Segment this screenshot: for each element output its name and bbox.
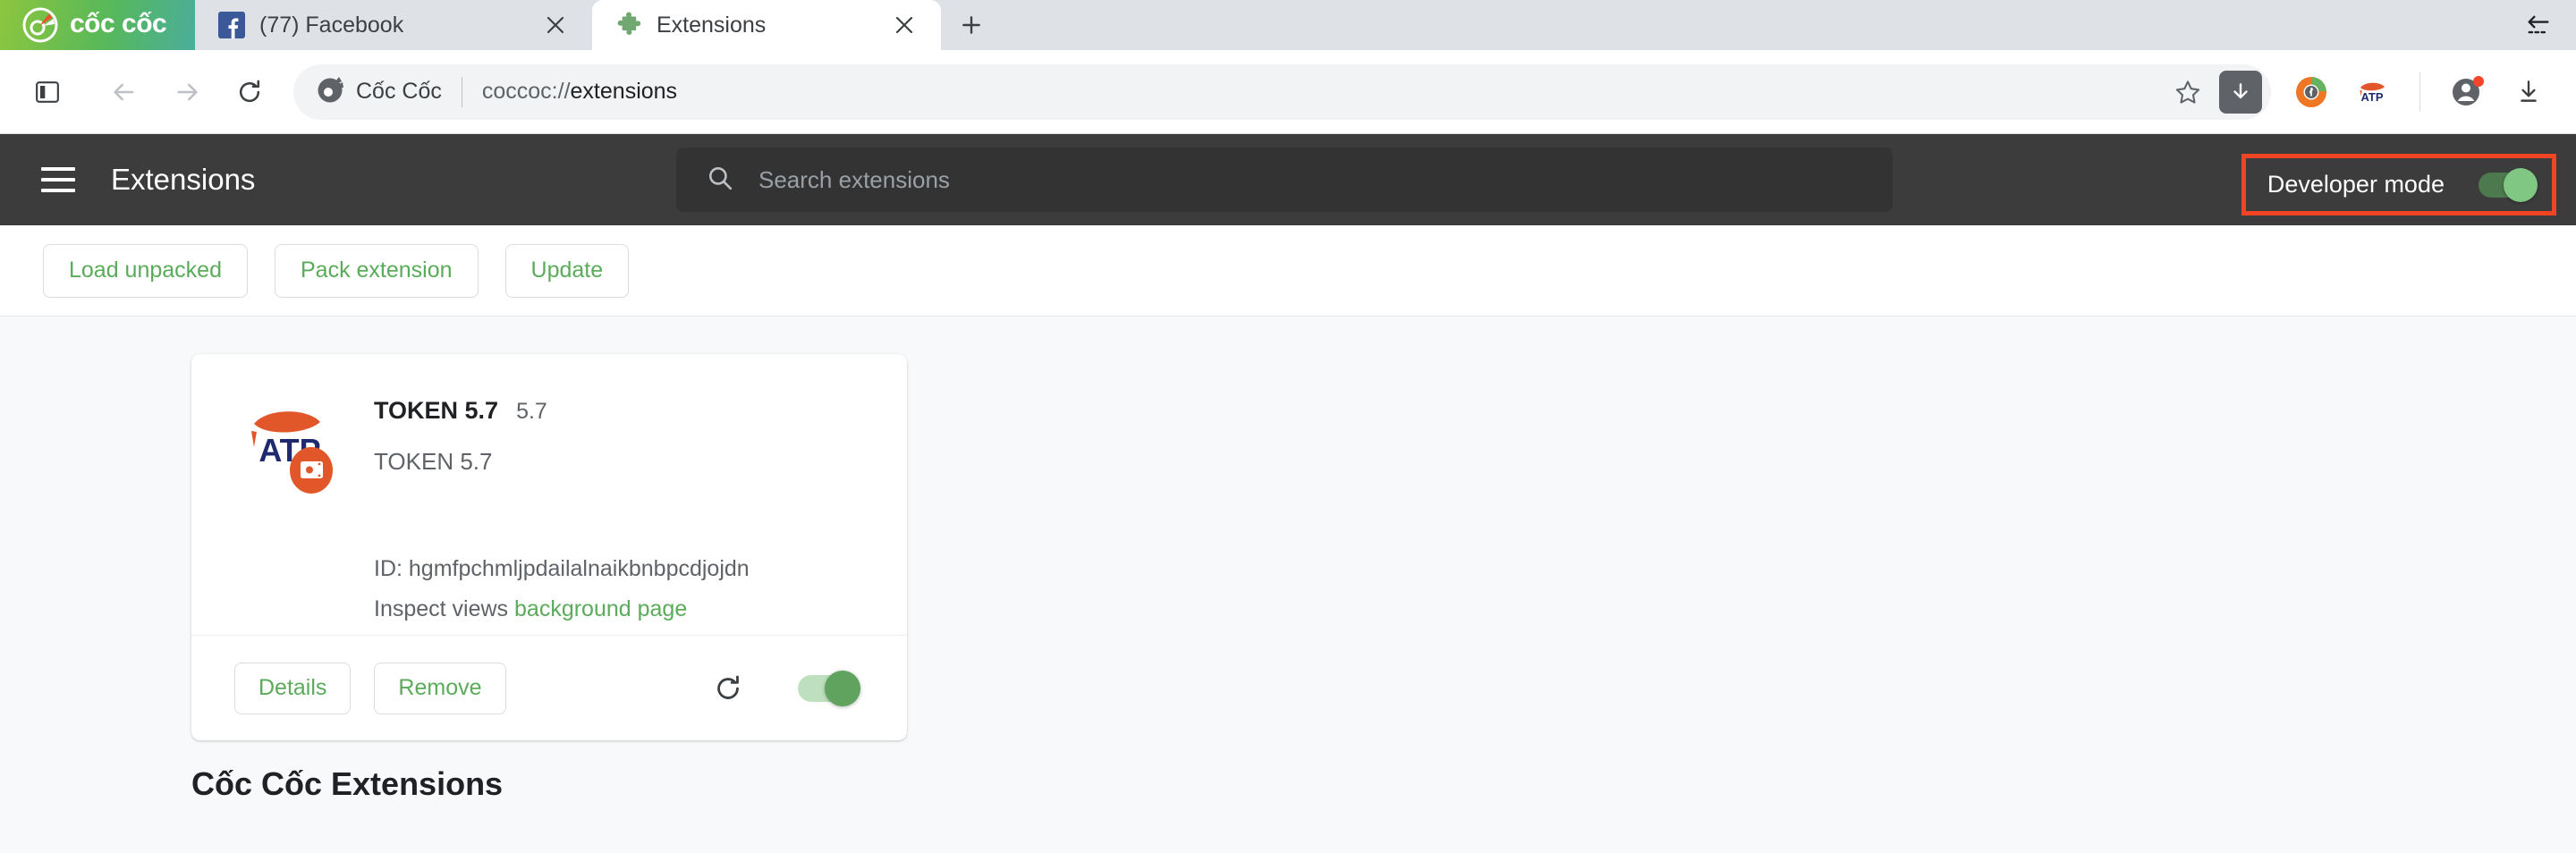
background-page-link[interactable]: background page bbox=[514, 596, 687, 621]
downloads-tray-icon[interactable] bbox=[2503, 66, 2555, 118]
close-icon[interactable] bbox=[887, 8, 921, 42]
tab-title-extensions: Extensions bbox=[657, 12, 767, 38]
url-path: extensions bbox=[570, 79, 678, 104]
hamburger-bar bbox=[41, 167, 75, 171]
omnibox-actions bbox=[2160, 64, 2271, 120]
arrow-left-icon bbox=[114, 83, 134, 100]
close-icon[interactable] bbox=[538, 8, 572, 42]
url-scheme: coccoc:// bbox=[481, 79, 571, 104]
toolbar-divider bbox=[2419, 72, 2420, 112]
extensions-header-left: Extensions bbox=[41, 160, 676, 199]
extension-name: TOKEN 5.7 bbox=[374, 397, 499, 424]
address-bar[interactable]: Cốc Cốc coccoc://extensions bbox=[293, 63, 2271, 120]
extension-id: ID: hgmfpchmljpdailalnaikbnbpcdjojdn bbox=[374, 556, 750, 581]
hamburger-bar bbox=[41, 189, 75, 192]
hamburger-menu-icon[interactable] bbox=[41, 160, 80, 199]
coin-donut-extension-icon[interactable] bbox=[2285, 66, 2337, 118]
atp-extension-icon[interactable]: ATP bbox=[2346, 66, 2398, 118]
omnibox-brand-label: Cốc Cốc bbox=[356, 79, 442, 104]
extension-description: TOKEN 5.7 bbox=[374, 448, 493, 475]
switch-knob bbox=[2504, 167, 2538, 202]
account-avatar-icon[interactable] bbox=[2442, 66, 2494, 118]
switch-knob bbox=[825, 670, 860, 706]
extension-meta: ID: hgmfpchmljpdailalnaikbnbpcdjojdn Ins… bbox=[374, 556, 750, 622]
browser-toolbar: Cốc Cốc coccoc://extensions ATP bbox=[0, 50, 2576, 134]
omnibox-brand: Cốc Cốc bbox=[315, 74, 442, 109]
tab-strip: cốc cốc (77) Facebook Extensions bbox=[0, 0, 2576, 50]
search-input[interactable] bbox=[758, 165, 1893, 194]
extension-enabled-switch[interactable] bbox=[798, 670, 860, 706]
atp-token-extension-icon: ATP bbox=[238, 392, 345, 499]
svg-text:ATP: ATP bbox=[2360, 90, 2383, 104]
reload-icon bbox=[239, 80, 260, 102]
coccoc-brand-label: cốc cốc bbox=[70, 9, 167, 38]
tab-extensions[interactable]: Extensions bbox=[592, 0, 941, 50]
extension-card-body: ATP TOKEN 5.7 5.7 TOKEN 5.7 ID: hgmfpchm… bbox=[191, 354, 907, 635]
inspect-views-row: Inspect views background page bbox=[374, 596, 750, 622]
collapse-left-arrow-icon[interactable] bbox=[2521, 9, 2556, 41]
details-button[interactable]: Details bbox=[234, 662, 352, 714]
extensions-content: ATP TOKEN 5.7 5.7 TOKEN 5.7 ID: hgmfpchm… bbox=[0, 317, 2576, 814]
update-button[interactable]: Update bbox=[504, 243, 630, 298]
extensions-page-header: Extensions Developer mode bbox=[0, 134, 2576, 225]
plus-icon bbox=[962, 16, 980, 34]
back-button[interactable] bbox=[97, 64, 152, 120]
toolbar-right-actions: ATP bbox=[2285, 66, 2555, 118]
omnibox-url: coccoc://extensions bbox=[482, 79, 677, 105]
pack-extension-button[interactable]: Pack extension bbox=[274, 243, 479, 298]
coccoc-brand-tab[interactable]: cốc cốc bbox=[0, 0, 195, 50]
sidebar-panel-icon[interactable] bbox=[20, 64, 75, 120]
page-title: Extensions bbox=[111, 163, 256, 196]
star-icon[interactable] bbox=[2160, 64, 2216, 120]
coccoc-mark-icon bbox=[315, 74, 345, 109]
inspect-views-label: Inspect views bbox=[374, 596, 509, 621]
reload-button[interactable] bbox=[222, 64, 277, 120]
section-title: Cốc Cốc Extensions bbox=[191, 765, 504, 802]
forward-button[interactable] bbox=[159, 64, 215, 120]
extension-title-row: TOKEN 5.7 5.7 bbox=[374, 397, 907, 425]
arrow-right-icon bbox=[177, 83, 198, 100]
load-unpacked-button[interactable]: Load unpacked bbox=[43, 243, 248, 298]
tab-facebook[interactable]: (77) Facebook bbox=[195, 0, 592, 50]
remove-button[interactable]: Remove bbox=[374, 662, 506, 714]
extension-version: 5.7 bbox=[516, 399, 547, 424]
reload-extension-icon[interactable] bbox=[703, 663, 753, 714]
download-arrow-icon[interactable] bbox=[2219, 70, 2262, 114]
extension-card: ATP TOKEN 5.7 5.7 TOKEN 5.7 ID: hgmfpchm… bbox=[191, 354, 907, 740]
search-extensions-box[interactable] bbox=[676, 148, 1893, 212]
extension-card-footer: Details Remove bbox=[191, 635, 907, 740]
tab-title-facebook: (77) Facebook bbox=[259, 12, 404, 38]
developer-mode-switch[interactable] bbox=[2479, 167, 2538, 202]
developer-mode-label: Developer mode bbox=[2267, 171, 2445, 198]
hamburger-bar bbox=[41, 178, 75, 182]
new-tab-button[interactable] bbox=[948, 2, 995, 48]
search-icon bbox=[707, 165, 733, 196]
facebook-icon bbox=[218, 12, 245, 38]
developer-toolbar: Load unpacked Pack extension Update bbox=[0, 225, 2576, 317]
notification-dot bbox=[2473, 75, 2484, 87]
puzzle-piece-icon bbox=[615, 12, 642, 38]
developer-mode-highlight: Developer mode bbox=[2241, 154, 2556, 215]
developer-mode-toggle-group[interactable]: Developer mode bbox=[2251, 162, 2546, 207]
coccoc-logo-icon bbox=[21, 6, 59, 44]
